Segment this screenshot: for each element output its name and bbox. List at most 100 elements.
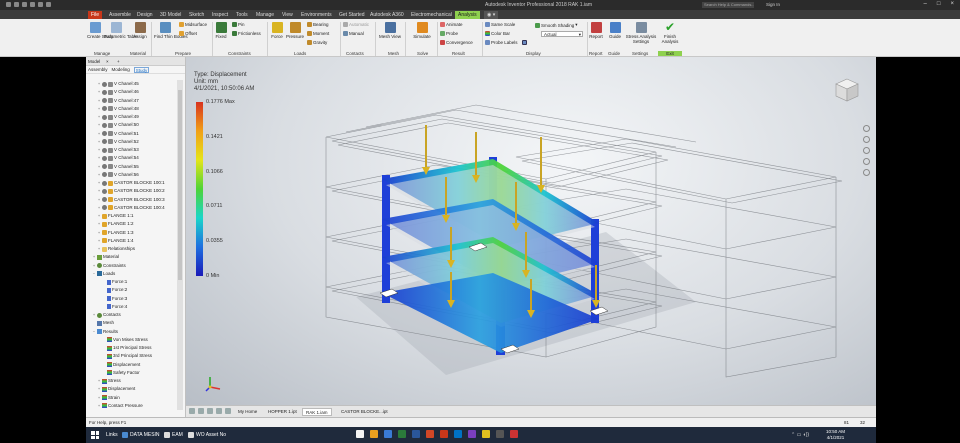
tree-item-result[interactable]: + Stress [97, 377, 121, 385]
tree-item-channel[interactable]: + V Chanel:50 [97, 121, 139, 129]
tree-item-results[interactable]: − Results [92, 328, 118, 336]
zoom-icon[interactable] [863, 147, 870, 154]
tab-inspect[interactable]: Inspect [209, 11, 231, 19]
tree-item-channel[interactable]: + V Chanel:56 [97, 171, 139, 179]
word-icon[interactable] [412, 430, 420, 438]
home-icon[interactable] [46, 2, 51, 7]
orbit-icon[interactable] [863, 158, 870, 165]
tab-electromechanical[interactable]: Electromechanical [408, 11, 455, 19]
pin-button[interactable]: Pin [232, 22, 245, 27]
tree-item-channel[interactable]: + V Chanel:49 [97, 113, 139, 121]
tree-item-flange[interactable]: + FLANGE 1:1 [97, 212, 134, 220]
tree-item-result[interactable]: + Strain [97, 394, 120, 402]
convergence-button[interactable]: Convergence [440, 40, 473, 45]
probe-labels-button[interactable]: Probe Labels [485, 40, 518, 45]
tree-item-relationships[interactable]: + Relationships [97, 245, 135, 253]
subtab-study[interactable]: Study [133, 67, 150, 73]
expand-toggle-icon[interactable]: + [97, 385, 101, 393]
tree-item-channel[interactable]: + V Chanel:48 [97, 105, 139, 113]
tab-tile-icon[interactable] [207, 408, 213, 414]
rack-model-render[interactable] [186, 57, 876, 405]
sticky-notes-icon[interactable] [482, 430, 490, 438]
stress-analysis-settings-button[interactable]: Stress Analysis Settings [624, 22, 658, 44]
tree-item-channel[interactable]: + V Chanel:51 [97, 130, 139, 138]
expand-toggle-icon[interactable]: + [97, 97, 101, 105]
frictionless-button[interactable]: Frictionless [232, 31, 261, 36]
inventor-icon[interactable] [440, 430, 448, 438]
expand-toggle-icon[interactable]: − [92, 328, 96, 336]
tree-item-channel[interactable]: + V Chanel:46 [97, 88, 139, 96]
browser-icon[interactable] [384, 430, 392, 438]
tree-item-channel[interactable]: + V Chanel:54 [97, 154, 139, 162]
gravity-button[interactable]: Gravity [307, 40, 327, 45]
expand-toggle-icon[interactable]: + [97, 204, 101, 212]
tree-item-castor[interactable]: + CASTOR BLOCKE 100:4 [97, 204, 165, 212]
doc-tab-my-home[interactable]: My Home [235, 408, 260, 416]
expand-toggle-icon[interactable]: − [92, 270, 96, 278]
moment-button[interactable]: Moment [307, 31, 329, 36]
probe-button[interactable]: Probe [440, 31, 458, 36]
same-scale-button[interactable]: Same Scale [485, 22, 515, 27]
teams-icon[interactable] [468, 430, 476, 438]
tree-item-flange[interactable]: + FLANGE 1:4 [97, 237, 134, 245]
expand-toggle-icon[interactable]: + [97, 105, 101, 113]
tree-item-castor[interactable]: + CASTOR BLOCKE 100:1 [97, 179, 165, 187]
simulate-button[interactable]: Simulate [412, 22, 432, 39]
expand-toggle-icon[interactable]: + [97, 163, 101, 171]
tab-nav-left-icon[interactable] [189, 408, 195, 414]
expand-toggle-icon[interactable]: + [92, 262, 96, 270]
tab-view[interactable]: View [279, 11, 296, 19]
subtab-assembly[interactable]: Assembly [88, 66, 108, 73]
excel-icon[interactable] [398, 430, 406, 438]
tab-nav-list-icon[interactable] [198, 408, 204, 414]
redo-icon[interactable] [38, 2, 43, 7]
windows-start-icon[interactable] [91, 431, 99, 439]
system-tray[interactable]: ⌃ ▭ ◖)) [791, 432, 809, 438]
subtab-modeling[interactable]: Modeling [112, 66, 130, 73]
tree-item-loads[interactable]: − Loads [92, 270, 115, 278]
tree-item-channel[interactable]: + V Chanel:53 [97, 146, 139, 154]
taskbar-item-data-mesin[interactable]: DATA MESIN [122, 431, 160, 439]
fixed-button[interactable]: Fixed [214, 22, 228, 39]
taskbar-clock[interactable]: 10:50 AM 4/1/2021 [826, 429, 845, 441]
expand-toggle-icon[interactable]: + [97, 196, 101, 204]
bearing-button[interactable]: Bearing [307, 22, 329, 27]
expand-toggle-icon[interactable]: + [97, 179, 101, 187]
manual-button[interactable]: Manual [343, 31, 364, 36]
expand-toggle-icon[interactable]: + [97, 88, 101, 96]
doc-tab-rak[interactable]: RAK 1.iam [302, 408, 332, 416]
expand-toggle-icon[interactable]: + [97, 237, 101, 245]
search-help-input[interactable]: Search Help & Commands... [702, 2, 754, 8]
tab-get-started[interactable]: Get Started [336, 11, 368, 19]
tab-3d-model[interactable]: 3D Model [157, 11, 184, 19]
expand-toggle-icon[interactable]: + [97, 146, 101, 154]
pan-icon[interactable] [863, 136, 870, 143]
tab-analysis[interactable]: Analysis [455, 11, 480, 19]
tree-item-channel[interactable]: + V Chanel:52 [97, 138, 139, 146]
mesh-view-button[interactable]: Mesh View [378, 22, 402, 39]
tree-item-result[interactable]: 3rd Principal Stress [102, 352, 152, 360]
outlook-icon[interactable] [454, 430, 462, 438]
tree-item-channel[interactable]: + V Chanel:45 [97, 80, 139, 88]
expand-toggle-icon[interactable]: + [97, 212, 101, 220]
undo-icon[interactable] [30, 2, 35, 7]
tree-item-result[interactable]: Safety Factor [102, 369, 140, 377]
expand-toggle-icon[interactable]: + [97, 138, 101, 146]
smooth-shading-dropdown[interactable]: Smooth Shading ▾ [535, 22, 578, 28]
expand-toggle-icon[interactable]: + [97, 171, 101, 179]
tab-assemble[interactable]: Assemble [106, 11, 134, 19]
look-at-icon[interactable] [863, 169, 870, 176]
minimize-icon[interactable]: – [924, 1, 927, 7]
tab-tools[interactable]: Tools [233, 11, 251, 19]
expand-toggle-icon[interactable]: + [92, 311, 96, 319]
expand-toggle-icon[interactable]: + [97, 121, 101, 129]
tree-item-result[interactable]: + Displacement [97, 385, 135, 393]
tree-item-castor[interactable]: + CASTOR BLOCKE 100:3 [97, 196, 165, 204]
expand-toggle-icon[interactable]: + [97, 154, 101, 162]
expand-toggle-icon[interactable]: + [97, 113, 101, 121]
maximize-icon[interactable]: □ [937, 1, 941, 7]
tree-item-mesh[interactable]: Mesh [92, 319, 114, 327]
assign-button[interactable]: Assign [131, 22, 149, 39]
animate-button[interactable]: Animate [440, 22, 463, 27]
taskbar-links[interactable]: Links [106, 431, 118, 439]
